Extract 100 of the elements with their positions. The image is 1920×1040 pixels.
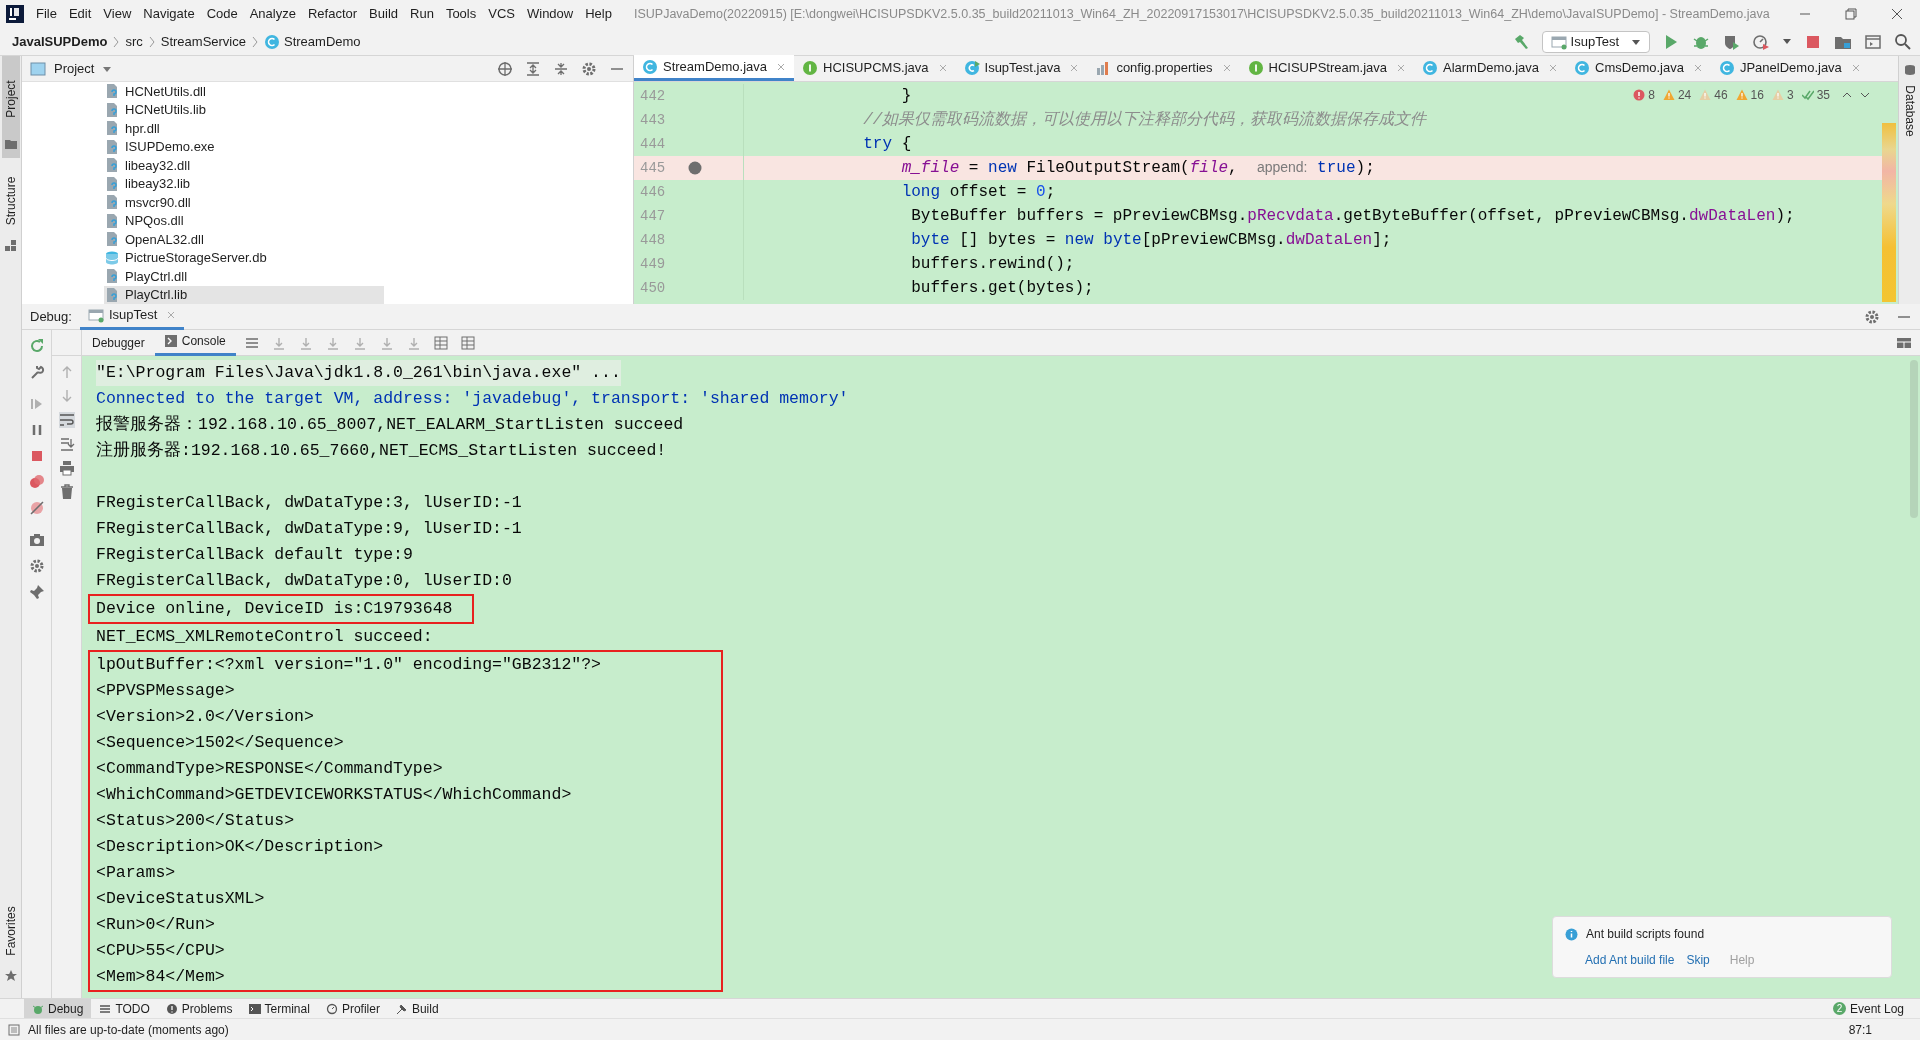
tree-item[interactable]: OpenAL32.dll bbox=[104, 230, 384, 249]
editor-tab[interactable]: HCISUPStream.java bbox=[1239, 55, 1414, 81]
soft-wrap-icon[interactable] bbox=[58, 412, 75, 428]
breadcrumb[interactable]: JavaISUPDemo bbox=[12, 31, 108, 52]
menu-item[interactable]: VCS bbox=[482, 1, 521, 27]
inspection-count[interactable]: 46 bbox=[1714, 86, 1728, 104]
menu-item[interactable]: View bbox=[97, 1, 138, 27]
notification-link[interactable]: Add Ant build file bbox=[1585, 951, 1675, 969]
sidebar-tab[interactable]: Favorites bbox=[1, 896, 20, 966]
sidebar-tab[interactable]: Structure bbox=[1, 166, 20, 236]
tree-item[interactable]: PlayCtrl.dll bbox=[104, 267, 384, 286]
pin-icon[interactable] bbox=[28, 584, 45, 600]
badge: 2 bbox=[1832, 1002, 1846, 1015]
settings-icon[interactable] bbox=[581, 60, 597, 77]
tool-window-tab[interactable]: TODO bbox=[91, 998, 158, 1019]
line-number: 443 bbox=[639, 110, 667, 130]
console-line: <WhichCommand>GETDEVICEWORKSTATUS</WhichCommand> bbox=[96, 784, 572, 806]
tree-item[interactable]: NPQos.dll bbox=[104, 211, 384, 230]
menu-item[interactable]: Analyze bbox=[243, 1, 302, 27]
collapse-all-icon[interactable] bbox=[553, 60, 569, 77]
window-title: ISUPJavaDemo(20220915) [E:\dongwei\HCISUPSDKV2.5.0.35_build20211013_Win64_ZH_20220917153017\HCISUPSDKV2.5.0.35_build20211013_Win64_ZH\demo\JavaISUPDemo] - StreamDemo.java bbox=[633, 5, 1770, 23]
console-line: <Sequence>1502</Sequence> bbox=[96, 732, 344, 754]
menu-item[interactable]: Navigate bbox=[137, 1, 201, 27]
scrollbar[interactable] bbox=[1910, 360, 1918, 518]
breakpoint-icon[interactable] bbox=[688, 161, 702, 175]
menu-item[interactable]: Run bbox=[404, 1, 440, 27]
editor-tab[interactable]: CmsDemo.java bbox=[1566, 55, 1711, 81]
expand-all-icon[interactable] bbox=[525, 60, 541, 77]
code-line: byte [] bytes = new byte[pPreviewCBMsg.dwDataLen]; bbox=[910, 230, 1392, 251]
editor-tab[interactable]: HCISUPCMS.java bbox=[794, 55, 956, 81]
settings-icon[interactable] bbox=[28, 558, 45, 574]
camera-icon[interactable] bbox=[28, 532, 45, 548]
chevron-up-icon[interactable] bbox=[1842, 90, 1852, 100]
tool-window-tab[interactable]: Debug bbox=[24, 998, 92, 1019]
menu-item[interactable]: Help bbox=[579, 1, 618, 27]
console-line: FRegisterCallBack default type:9 bbox=[96, 544, 413, 566]
scroll-to-end-icon[interactable] bbox=[58, 436, 75, 452]
inspection-count[interactable]: 8 bbox=[1648, 86, 1655, 104]
tree-item[interactable]: msvcr90.dll bbox=[104, 193, 384, 212]
menu-item[interactable]: Code bbox=[200, 1, 244, 27]
trash-icon[interactable] bbox=[58, 484, 75, 500]
breadcrumb[interactable]: src bbox=[125, 31, 143, 52]
tree-item[interactable]: HCNetUtils.lib bbox=[104, 100, 384, 119]
panel-title[interactable]: Project bbox=[54, 58, 95, 79]
tool-window-tab[interactable]: 2 Event Log bbox=[1832, 999, 1904, 1018]
inspection-count[interactable]: 24 bbox=[1677, 86, 1692, 104]
tree-item[interactable]: PictrueStorageServer.db bbox=[104, 248, 384, 267]
tool-window-tab[interactable]: Profiler bbox=[317, 998, 388, 1019]
tool-window-tab[interactable]: Problems bbox=[157, 998, 241, 1019]
menu-item[interactable]: Tools bbox=[439, 1, 483, 27]
print-icon[interactable] bbox=[58, 460, 75, 476]
editor-tab[interactable]: JPanelDemo.java bbox=[1710, 55, 1869, 81]
menu-item[interactable]: File bbox=[30, 1, 63, 27]
gauge-icon[interactable] bbox=[1752, 32, 1770, 51]
editor-tab[interactable]: AlarmDemo.java bbox=[1414, 55, 1567, 81]
search-icon[interactable] bbox=[1894, 32, 1912, 51]
tree-item[interactable]: libeay32.dll bbox=[104, 156, 384, 175]
tool-window-tab[interactable]: Build bbox=[387, 998, 447, 1019]
tree-item[interactable]: ISUPDemo.exe bbox=[104, 137, 384, 156]
panel-toggle-icon[interactable] bbox=[8, 1023, 20, 1036]
unknown-file-icon bbox=[104, 83, 120, 100]
hammer-icon bbox=[395, 1002, 408, 1015]
cursor-position[interactable]: 87:1 bbox=[1848, 1020, 1872, 1039]
console-line: FRegisterCallBack, dwDataType:0, lUserID:0 bbox=[96, 570, 512, 592]
window-icon[interactable] bbox=[1864, 32, 1882, 51]
breakpoints-icon[interactable] bbox=[28, 474, 45, 490]
table-icon[interactable] bbox=[432, 334, 449, 351]
menu-item[interactable]: Window bbox=[520, 1, 580, 27]
tree-item[interactable]: HCNetUtils.dll bbox=[104, 82, 384, 101]
breadcrumb[interactable]: StreamService bbox=[160, 31, 246, 52]
menu-item[interactable]: Edit bbox=[62, 1, 98, 27]
tool-window-tab[interactable]: Terminal bbox=[240, 998, 318, 1019]
menu-item[interactable]: Build bbox=[363, 1, 404, 27]
line-number: 447 bbox=[639, 206, 667, 226]
tree-item[interactable]: libeay32.lib bbox=[104, 174, 384, 193]
chevron-down-icon[interactable] bbox=[1860, 90, 1870, 100]
view-tab[interactable]: Debugger bbox=[82, 329, 155, 356]
editor-tab[interactable]: IsupTest.java bbox=[955, 55, 1088, 81]
run-configuration-dropdown[interactable]: IsupTest bbox=[1541, 30, 1650, 53]
tree-item[interactable]: PlayCtrl.lib bbox=[104, 285, 384, 304]
notification-link[interactable]: Skip bbox=[1686, 951, 1710, 969]
restore-icon[interactable] bbox=[1842, 5, 1860, 23]
tree-item[interactable]: hpr.dll bbox=[104, 119, 384, 138]
console-line: <DeviceStatusXML> bbox=[96, 888, 265, 910]
code-line: //如果仅需取码流数据，可以使用以下注释部分代码，获取码流数据保存成文件 bbox=[862, 109, 1427, 131]
settings-icon[interactable] bbox=[1864, 308, 1880, 325]
breadcrumb[interactable]: StreamDemo bbox=[284, 31, 361, 52]
database-icon bbox=[1903, 64, 1916, 76]
console-line: <CommandType>RESPONSE</CommandType> bbox=[96, 758, 443, 780]
menu-item[interactable]: Refactor bbox=[301, 1, 364, 27]
crosshair-icon[interactable] bbox=[497, 60, 513, 77]
mute-breakpoints-icon[interactable] bbox=[28, 500, 45, 516]
inspection-count[interactable]: 3 bbox=[1786, 86, 1794, 104]
app-logo-icon bbox=[6, 5, 24, 23]
editor-tab[interactable]: StreamDemo.java bbox=[634, 55, 795, 81]
rerun-icon[interactable] bbox=[28, 338, 45, 354]
interface-icon bbox=[802, 60, 819, 76]
inspection-count[interactable]: 16 bbox=[1750, 86, 1764, 104]
editor-tab[interactable]: config.properties bbox=[1087, 55, 1240, 81]
inspection-count[interactable]: 35 bbox=[1816, 86, 1830, 104]
